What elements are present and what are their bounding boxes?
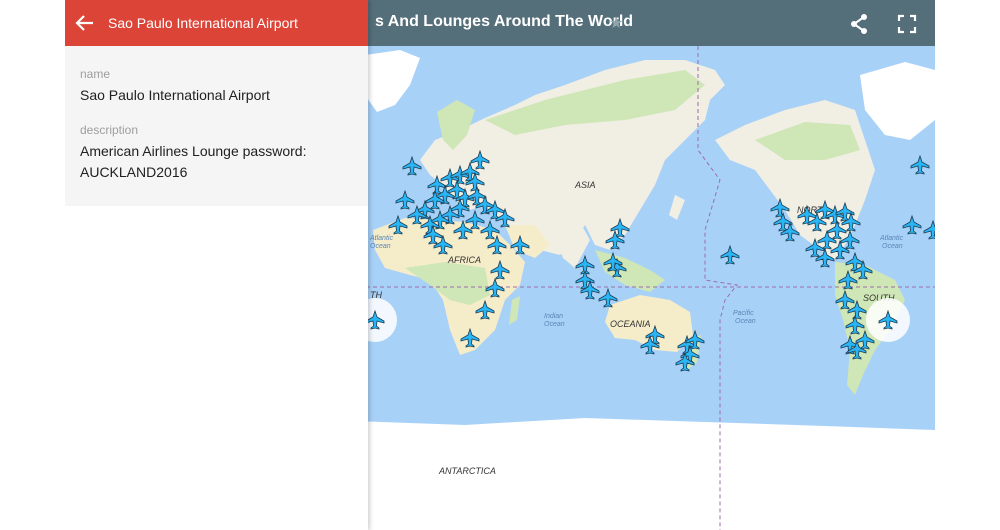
label-indian-2: Ocean: [544, 321, 565, 328]
label-indian: Indian: [544, 313, 563, 320]
label-atlantic-left-2: Ocean: [370, 243, 391, 250]
description-field-label: description: [80, 123, 139, 137]
share-button[interactable]: [847, 12, 871, 36]
star-icon[interactable]: ★: [609, 13, 623, 33]
label-pacific-2: Ocean: [735, 318, 756, 325]
name-field-label: name: [80, 67, 111, 81]
label-pacific: Pacific: [733, 310, 754, 317]
map-title: s And Lounges Around The World: [375, 13, 634, 30]
fullscreen-icon: [897, 14, 917, 34]
back-arrow-icon: [75, 15, 93, 31]
share-icon: [851, 14, 867, 34]
map-viewer: ASIA AFRICA OCEANIA ANTARCTICA NORT SOUT…: [65, 0, 935, 530]
label-antarctica: ANTARCTICA: [438, 466, 496, 476]
details-panel: Sao Paulo International Airport name Sao…: [65, 0, 368, 530]
feature-details: name Sao Paulo International Airport des…: [65, 46, 368, 206]
fullscreen-button[interactable]: [895, 12, 919, 36]
label-asia: ASIA: [574, 180, 596, 190]
label-oceania: OCEANIA: [610, 319, 651, 329]
name-field-value: Sao Paulo International Airport: [80, 87, 270, 103]
label-atlantic-left: Atlantic: [369, 235, 393, 242]
panel-header: Sao Paulo International Airport: [65, 0, 368, 46]
back-button[interactable]: [73, 11, 97, 35]
label-atlantic-right: Atlantic: [879, 235, 903, 242]
panel-title: Sao Paulo International Airport: [108, 15, 298, 31]
description-field-value: American Airlines Lounge password: AUCKL…: [80, 143, 307, 180]
label-africa: AFRICA: [447, 255, 481, 265]
label-atlantic-right-2: Ocean: [882, 243, 903, 250]
